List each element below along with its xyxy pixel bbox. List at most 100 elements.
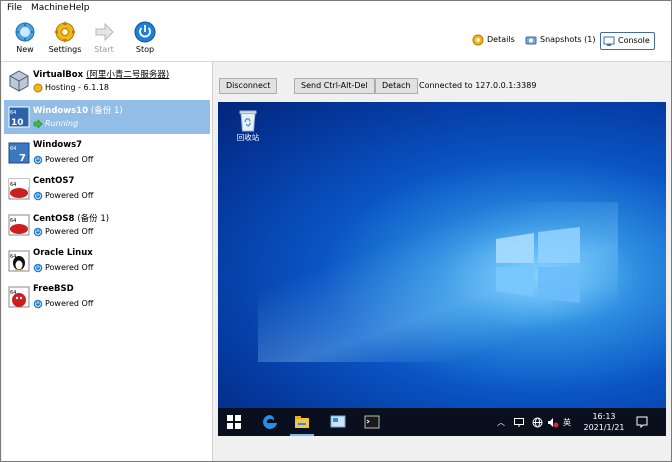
vm-name-main: Oracle Linux (33, 248, 93, 258)
vm-name: Oracle Linux (33, 248, 93, 258)
language-globe-icon[interactable] (532, 417, 543, 428)
vm-status-text: Powered Off (45, 227, 94, 236)
host-entry[interactable]: VirtualBox (阿里小青二号服务器) Hosting - 6.1.18 (4, 64, 210, 98)
recycle-bin-desktop-icon[interactable]: 回收站 (228, 108, 268, 143)
redhat-os-icon: 64 (8, 178, 30, 200)
console-monitor-icon (603, 36, 615, 46)
start-arrow-icon (95, 22, 114, 42)
snapshots-camera-icon (525, 36, 537, 45)
tux-penguin-icon: 64 (8, 250, 30, 272)
console-pane: Disconnect Send Ctrl-Alt-Del Detach Conn… (214, 62, 671, 461)
menu-machine[interactable]: Machine (31, 3, 69, 13)
vm-name: FreeBSD (33, 284, 74, 294)
details-gear-icon (472, 34, 484, 46)
details-button[interactable]: Details (470, 32, 519, 48)
windows-taskbar: ︿ 英 16:13 2021/1/21 (218, 408, 666, 436)
details-label: Details (487, 35, 515, 44)
powered-off-icon (33, 299, 43, 309)
stop-button[interactable]: Stop (125, 19, 165, 59)
vm-status-text: Powered Off (45, 299, 94, 308)
new-button[interactable]: New (5, 19, 45, 59)
notification-center-icon[interactable] (636, 416, 648, 428)
redhat-os-icon: 64 (8, 214, 30, 236)
vm-item-windows10[interactable]: 10 64 Windows10 (备份 1) Running (4, 100, 210, 134)
svg-text:64: 64 (10, 254, 16, 260)
ime-indicator[interactable]: 英 (563, 417, 571, 428)
clock-date: 2021/1/21 (583, 423, 625, 432)
settings-gear-icon (54, 21, 76, 43)
vm-status-text: Running (45, 119, 79, 128)
vm-item-centos7[interactable]: 64 CentOS7 Powered Off (4, 172, 210, 206)
vm-name-main: CentOS8 (33, 214, 75, 224)
svg-text:64: 64 (10, 290, 16, 296)
vm-name-main: Windows10 (33, 106, 89, 116)
toolbar: New Settings Start Stop Details Snapshot… (1, 15, 671, 62)
powered-off-icon (33, 263, 43, 273)
vm-status: Running (33, 119, 79, 129)
disconnect-button[interactable]: Disconnect (219, 78, 278, 94)
svg-text:64: 64 (10, 182, 16, 188)
menu-bar: File Machine Help (1, 1, 671, 15)
vm-name-main: CentOS7 (33, 176, 75, 186)
network-icon[interactable] (514, 418, 524, 427)
vm-name: Windows7 (33, 140, 82, 150)
vm-name-sub: (备份 1) (90, 106, 123, 116)
vm-status: Powered Off (33, 263, 94, 273)
vm-item-windows7[interactable]: 7 64 Windows7 Powered Off (4, 136, 210, 170)
new-label: New (16, 45, 34, 54)
vm-name: Windows10 (备份 1) (33, 104, 123, 116)
settings-button[interactable]: Settings (45, 19, 85, 59)
start-label: Start (94, 45, 114, 54)
tray-chevron-up-icon[interactable]: ︿ (497, 417, 505, 428)
remote-desktop-screen[interactable]: 回收站 ︿ 英 16:13 2021/1/21 (218, 102, 666, 436)
snapshots-button[interactable]: Snapshots (1) (523, 32, 599, 48)
volume-muted-icon[interactable] (547, 417, 559, 428)
send-ctrl-alt-del-button[interactable]: Send Ctrl-Alt-Del (294, 78, 375, 94)
svg-text:64: 64 (10, 110, 16, 116)
app-window: File Machine Help New Settings Start Sto… (0, 0, 672, 462)
settings-label: Settings (48, 45, 82, 54)
vm-name: CentOS7 (33, 176, 74, 186)
stop-power-icon (134, 21, 156, 43)
running-arrow-icon (33, 119, 43, 129)
vm-status: Powered Off (33, 299, 94, 309)
vm-status: Powered Off (33, 227, 94, 237)
menu-file[interactable]: File (7, 3, 22, 13)
host-status: Hosting - 6.1.18 (33, 83, 109, 93)
svg-text:7: 7 (19, 153, 26, 164)
hosting-gear-icon (33, 83, 43, 93)
vm-status: Powered Off (33, 155, 94, 165)
file-explorer-icon[interactable] (294, 414, 310, 430)
powered-off-icon (33, 191, 43, 201)
start-button[interactable]: Start (84, 19, 124, 59)
edge-browser-icon[interactable] (262, 414, 278, 430)
windows7-os-icon: 7 64 (8, 142, 30, 164)
recycle-bin-label: 回收站 (236, 133, 260, 142)
vm-name-sub: (备份 1) (77, 214, 110, 224)
vm-status-text: Powered Off (45, 191, 94, 200)
stop-label: Stop (135, 45, 155, 54)
vm-status-text: Powered Off (45, 155, 94, 164)
host-name-sub: (阿里小青二号服务器) (86, 70, 170, 80)
vm-item-freebsd[interactable]: 64 FreeBSD Powered Off (4, 280, 210, 314)
remote-desktop-app-icon[interactable] (330, 414, 346, 430)
svg-text:64: 64 (10, 218, 16, 224)
connection-status: Connected to 127.0.0.1:3389 (419, 81, 537, 90)
command-prompt-icon[interactable] (364, 414, 380, 430)
taskbar-clock[interactable]: 16:13 2021/1/21 (578, 411, 630, 433)
detach-button[interactable]: Detach (375, 78, 418, 94)
vm-status-text: Powered Off (45, 263, 94, 272)
powered-off-icon (33, 227, 43, 237)
vm-item-centos8[interactable]: 64 CentOS8 (备份 1) Powered Off (4, 208, 210, 242)
recycle-bin-icon (239, 110, 257, 132)
console-button[interactable]: Console (600, 32, 655, 50)
virtualbox-logo-icon (9, 70, 29, 92)
active-app-indicator (290, 434, 314, 436)
new-icon (15, 22, 35, 42)
host-name-main: VirtualBox (33, 70, 84, 80)
powered-off-icon (33, 155, 43, 165)
menu-help[interactable]: Help (69, 3, 90, 13)
start-menu-icon[interactable] (226, 414, 242, 430)
svg-text:64: 64 (10, 146, 16, 152)
vm-item-oracle-linux[interactable]: 64 Oracle Linux Powered Off (4, 244, 210, 278)
